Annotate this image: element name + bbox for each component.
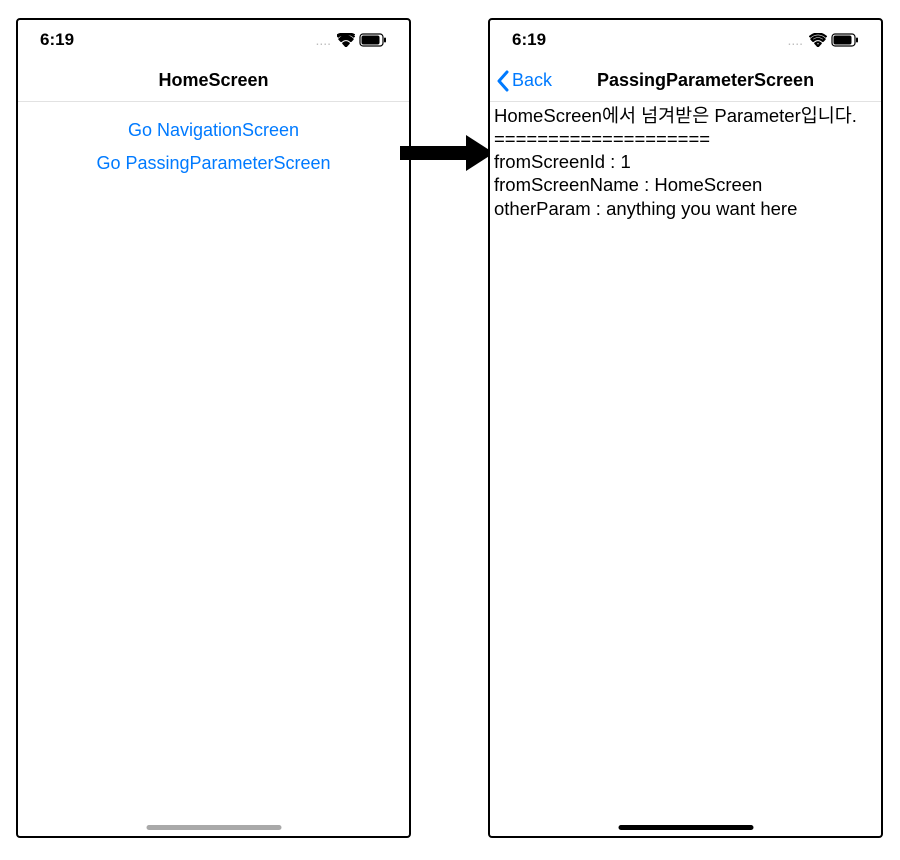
body-line: fromScreenName : HomeScreen [494, 173, 877, 196]
signal-dots-icon: .... [315, 32, 331, 48]
home-indicator[interactable] [618, 825, 753, 830]
home-indicator[interactable] [146, 825, 281, 830]
back-button[interactable]: Back [496, 70, 552, 92]
parameter-display: HomeScreen에서 넘겨받은 Parameter입니다. ========… [490, 102, 881, 222]
go-passingparameterscreen-link[interactable]: Go PassingParameterScreen [18, 147, 409, 180]
body-line: fromScreenId : 1 [494, 150, 877, 173]
page-title: HomeScreen [18, 70, 409, 91]
status-bar: 6:19 .... [18, 20, 409, 60]
status-time: 6:19 [512, 30, 546, 50]
device-frame-home: 6:19 .... HomeScreen Go NavigationScreen… [16, 18, 411, 838]
back-button-label: Back [512, 70, 552, 91]
transition-arrow-icon [400, 135, 500, 171]
battery-icon [831, 33, 859, 47]
status-time: 6:19 [40, 30, 74, 50]
chevron-left-icon [496, 70, 510, 92]
wifi-icon [809, 33, 827, 47]
body-line: ==================== [494, 127, 877, 150]
nav-bar: HomeScreen [18, 60, 409, 102]
device-frame-passingparameter: 6:19 .... Back PassingParameterScreen Ho… [488, 18, 883, 838]
status-icons: .... [315, 32, 387, 48]
status-icons: .... [787, 32, 859, 48]
go-navigationscreen-link[interactable]: Go NavigationScreen [18, 114, 409, 147]
status-bar: 6:19 .... [490, 20, 881, 60]
battery-icon [359, 33, 387, 47]
body-line: HomeScreen에서 넘겨받은 Parameter입니다. [494, 104, 877, 127]
nav-bar: Back PassingParameterScreen [490, 60, 881, 102]
body-line: otherParam : anything you want here [494, 197, 877, 220]
wifi-icon [337, 33, 355, 47]
link-list: Go NavigationScreen Go PassingParameterS… [18, 102, 409, 180]
signal-dots-icon: .... [787, 32, 803, 48]
